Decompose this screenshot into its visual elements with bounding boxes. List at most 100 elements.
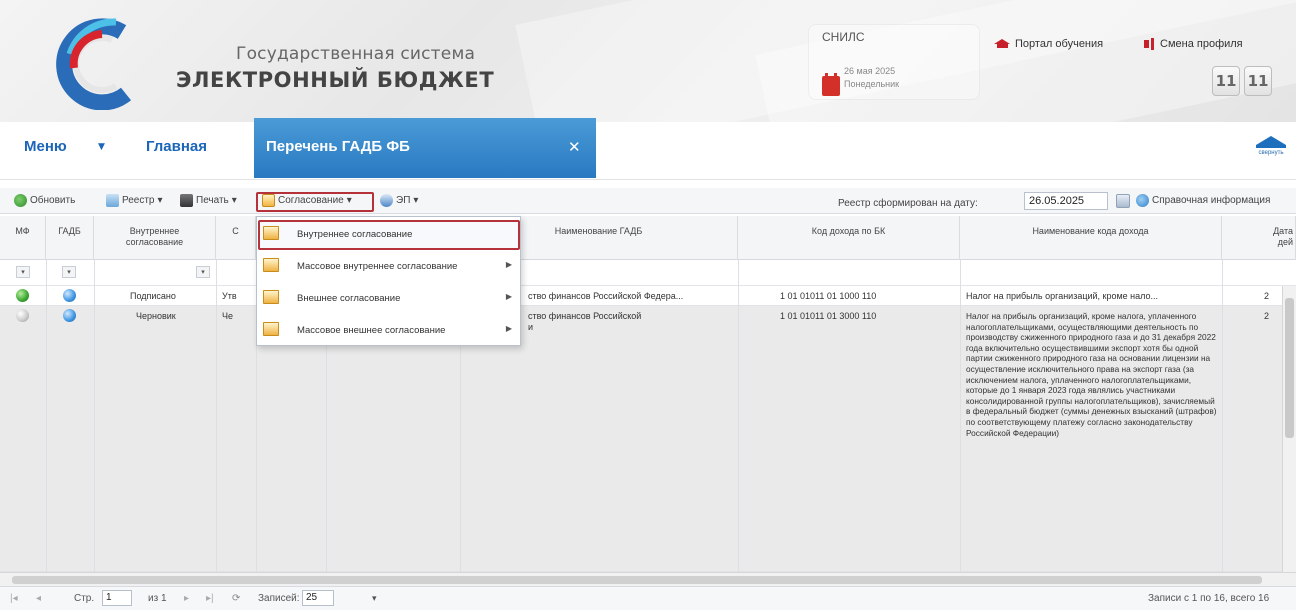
header: Государственная система ЭЛЕКТРОННЫЙ БЮДЖ… [0,0,1296,122]
submenu-arrow-icon: ▶ [505,260,512,269]
collapse-label: свернуть [1258,150,1284,156]
tab-gadb-list[interactable]: Перечень ГАДБ ФБ ✕ [254,118,596,178]
submenu-arrow-icon: ▶ [505,292,512,301]
menu-item-label: Внешнее согласование [297,293,401,304]
filter-gadb-dropdown[interactable]: ▾ [62,266,76,278]
pagination-bar: |◂ ◂ Стр. 1 из 1 ▸ ▸| ⟳ Записей: 25 ▾ За… [0,586,1296,610]
reload-icon[interactable]: ⟳ [232,593,240,604]
folder-icon [263,258,279,272]
gadb-globe-icon [63,289,76,302]
folder-icon [263,322,279,336]
reference-info-label: Справочная информация [1152,195,1271,206]
page-number-input[interactable]: 1 [102,590,132,606]
change-profile-link[interactable]: Смена профиля [1144,38,1243,50]
menu-item-external-approval[interactable]: Внешнее согласование ▶ [257,283,520,313]
reference-info-link[interactable]: Справочная информация [1136,194,1270,207]
system-subtitle: Государственная система [236,44,476,64]
current-date: 26 мая 2025 [844,66,896,76]
info-icon [1136,194,1149,207]
tab-gadb-list-label: Перечень ГАДБ ФБ [266,138,410,155]
ep-button[interactable]: ЭП ▾ [380,194,418,207]
close-icon[interactable]: ✕ [568,138,581,156]
learning-portal-link[interactable]: Портал обучения [994,38,1103,50]
gadb-name-cell-line2: и [528,322,534,332]
page-count-label: из 1 [148,593,167,604]
income-code-name-cell: Налог на прибыль организаций, кроме нало… [966,291,1159,301]
gadb-name-cell-line1: ство финансов Российской [528,311,642,321]
digital-signature-icon [380,194,393,207]
printer-icon [180,194,193,207]
records-summary: Записи с 1 по 16, всего 16 [1148,593,1270,604]
records-per-page-select[interactable]: 25 [302,590,334,606]
collapse-header-button[interactable]: свернуть [1254,136,1288,156]
menu-item-label: Массовое внутреннее согласование [297,261,458,272]
print-label: Печать [196,195,229,206]
chevron-down-icon: ▾ [231,195,237,206]
clock-minutes: 11 [1244,66,1272,96]
refresh-icon [14,194,27,207]
last-page-icon[interactable]: ▸| [206,593,214,604]
filter-mf-dropdown[interactable]: ▾ [16,266,30,278]
internal-approval-cell: Черновик [136,311,176,321]
registry-date-label: Реестр сформирован на дату: [838,198,978,209]
graduation-cap-icon [994,39,1011,49]
column-header-income-code-name[interactable]: Наименование кода дохода [960,216,1222,260]
refresh-button[interactable]: Обновить [14,194,75,207]
home-link[interactable]: Главная [146,138,207,155]
income-code-cell: 1 01 01011 01 1000 110 [780,291,877,301]
collapse-arrow-icon [1256,136,1286,145]
filter-internal-approval-dropdown[interactable]: ▾ [196,266,210,278]
page-label: Стр. [74,593,95,604]
income-code-name-cell: Налог на прибыль организаций, кроме нало… [966,311,1217,438]
column-header-date[interactable]: Дата дей [1222,216,1296,260]
horizontal-scrollbar[interactable] [0,572,1296,586]
filter-row [0,260,1296,286]
column-header-internal-approval[interactable]: Внутреннее согласование [94,216,216,260]
clock-hours: 11 [1212,66,1240,96]
column-header-gadb[interactable]: ГАДБ [46,216,94,260]
column-header-mf[interactable]: МФ [0,216,46,260]
calendar-icon [822,73,840,96]
calendar-picker-icon[interactable] [1116,194,1130,208]
approval-dropdown-menu: Внутреннее согласование Массовое внутрен… [256,216,521,346]
first-page-icon[interactable]: |◂ [10,593,18,604]
gadb-name-cell: ство финансов Российской Федера... [528,291,684,301]
prev-page-icon[interactable]: ◂ [36,593,41,604]
column-header-income-code[interactable]: Код дохода по БК [738,216,960,260]
mf-status-grey-icon [16,309,29,322]
menu-item-mass-internal-approval[interactable]: Массовое внутреннее согласование ▶ [257,251,520,281]
menu-item-label: Массовое внешнее согласование [297,325,446,336]
folder-icon [263,226,279,240]
mf-status-green-icon [16,289,29,302]
column-header-status[interactable]: С [216,216,256,260]
current-weekday: Понедельник [844,79,900,89]
chevron-down-icon[interactable]: ▾ [372,593,377,604]
profile-switch-icon [1144,38,1156,50]
records-label: Записей: [258,593,300,604]
learning-portal-label: Портал обучения [1015,38,1104,50]
snils-label: СНИЛС [822,30,865,44]
next-page-icon[interactable]: ▸ [184,593,189,604]
menu-item-mass-external-approval[interactable]: Массовое внешнее согласование ▶ [257,315,520,345]
folder-icon [263,290,279,304]
electronic-budget-logo-icon [56,18,132,110]
registry-date-input[interactable]: 26.05.2025 [1024,192,1108,210]
registry-label: Реестр [122,195,155,206]
submenu-arrow-icon: ▶ [505,324,512,333]
registry-button[interactable]: Реестр ▾ [106,194,163,207]
refresh-label: Обновить [30,195,76,206]
change-profile-label: Смена профиля [1160,38,1243,50]
income-code-cell: 1 01 01011 01 3000 110 [780,311,877,321]
chevron-down-icon[interactable]: ▼ [98,142,105,152]
gadb-globe-icon [63,309,76,322]
date-cell: 2 [1264,311,1270,321]
navigation-bar: Меню ▼ Главная [0,122,1296,180]
registry-icon [106,194,119,207]
chevron-down-icon: ▾ [413,195,419,206]
menu-item-internal-approval[interactable]: Внутреннее согласование [257,219,520,250]
vertical-scrollbar[interactable] [1282,286,1296,572]
menu-button[interactable]: Меню [24,138,67,155]
system-title: ЭЛЕКТРОННЫЙ БЮДЖЕТ [176,68,495,92]
approval-button-highlight [256,192,374,212]
print-button[interactable]: Печать ▾ [180,194,237,207]
